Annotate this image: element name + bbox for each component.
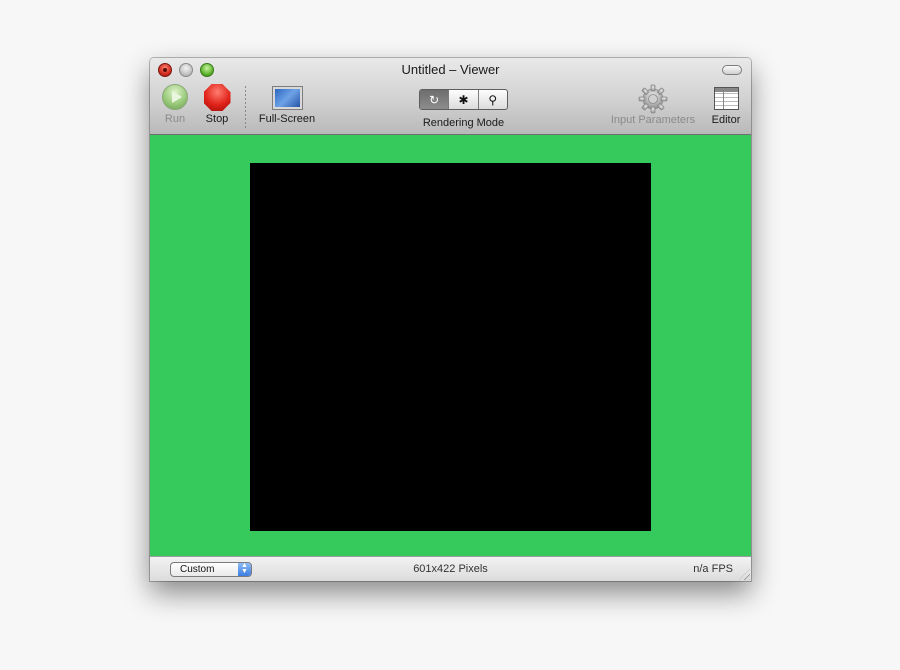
viewer-window: Untitled – Viewer Run Stop Full-Screen ↻…	[150, 58, 751, 581]
rendering-mode-debug-icon[interactable]: ✱	[448, 90, 477, 109]
pixel-size-readout: 601x422 Pixels	[413, 563, 488, 575]
editor-button[interactable]: Editor	[708, 84, 744, 126]
fullscreen-button[interactable]: Full-Screen	[256, 84, 318, 125]
stop-button[interactable]: Stop	[201, 84, 233, 125]
fullscreen-label: Full-Screen	[258, 113, 316, 125]
display-icon	[271, 86, 303, 110]
editor-label: Editor	[711, 114, 741, 126]
rendering-mode-inspect-icon[interactable]: ⚲	[477, 90, 507, 109]
titlebar-toolbar: Untitled – Viewer Run Stop Full-Screen ↻…	[150, 58, 751, 135]
render-canvas[interactable]	[250, 163, 651, 531]
viewer-area	[150, 135, 751, 556]
toolbar-toggle-button[interactable]	[722, 65, 742, 75]
toolbar-separator	[245, 86, 246, 128]
rendering-mode-refresh-icon[interactable]: ↻	[420, 90, 449, 109]
spreadsheet-icon	[713, 87, 739, 110]
run-label: Run	[164, 113, 186, 125]
stop-label: Stop	[205, 113, 229, 125]
play-icon	[162, 84, 188, 110]
gear-icon	[638, 84, 668, 114]
status-bar: Custom ▲ ▼ 601x422 Pixels n/a FPS	[150, 556, 751, 581]
window-title: Untitled – Viewer	[401, 62, 500, 77]
input-parameters-button[interactable]: Input Parameters	[606, 84, 700, 126]
rendering-mode-label: Rendering Mode	[422, 117, 505, 129]
fps-readout: n/a FPS	[693, 563, 733, 575]
rendering-mode-control: ↻ ✱ ⚲	[419, 89, 508, 110]
run-button[interactable]: Run	[160, 84, 190, 125]
stop-icon	[203, 84, 231, 111]
input-parameters-label: Input Parameters	[610, 114, 696, 126]
